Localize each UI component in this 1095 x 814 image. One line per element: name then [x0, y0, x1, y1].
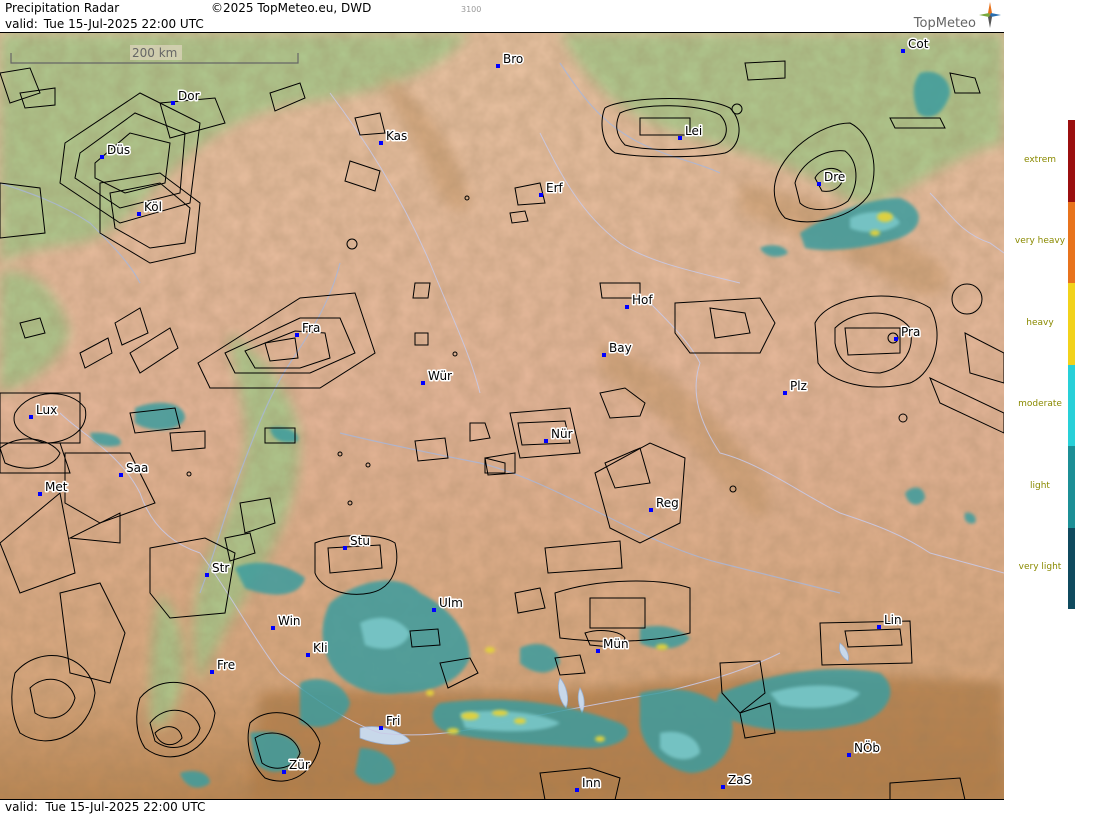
city-dot-icon — [496, 64, 500, 68]
city-dot-icon — [282, 770, 286, 774]
city-dot-icon — [901, 49, 905, 53]
legend-label: very light — [1018, 562, 1062, 573]
city-dot-icon — [894, 337, 898, 341]
city-dot-icon — [38, 492, 42, 496]
city-dot-icon — [171, 101, 175, 105]
city-label: ZaS — [728, 773, 751, 787]
valid-time-top: valid: Tue 15-Jul-2025 22:00 UTC — [5, 17, 204, 31]
city-dot-icon — [432, 608, 436, 612]
legend-label: moderate — [1018, 399, 1062, 410]
city-dot-icon — [575, 788, 579, 792]
city-dot-icon — [544, 439, 548, 443]
city-label: Bay — [609, 341, 632, 355]
city-label: Lux — [36, 403, 57, 417]
city-dot-icon — [539, 193, 543, 197]
image-stamp: 3100 — [461, 5, 482, 14]
city-dot-icon — [205, 573, 209, 577]
city-label: Dor — [178, 89, 200, 103]
city-label: Kli — [313, 641, 328, 655]
city-dot-icon — [295, 333, 299, 337]
city-label: Fra — [302, 321, 320, 335]
city-dot-icon — [379, 726, 383, 730]
city-label: Saa — [126, 461, 148, 475]
precipitation-legend: extrem very heavy heavy moderate light very l… — [1005, 0, 1095, 814]
city-label: Stu — [350, 534, 370, 548]
city-label: Mün — [603, 637, 629, 651]
city-label: Nür — [551, 427, 573, 441]
city-dot-icon — [847, 753, 851, 757]
city-label: Hof — [632, 293, 653, 307]
city-dot-icon — [210, 670, 214, 674]
footer-bar: valid: Tue 15-Jul-2025 22:00 UTC — [0, 799, 1004, 814]
city-dot-icon — [596, 649, 600, 653]
legend-label: very heavy — [1014, 236, 1066, 247]
radar-map: 200 km Mün Bro Cot Dor Kas Lei Düs Erf Dre Köl Hof… — [0, 33, 1004, 800]
city-dot-icon — [817, 182, 821, 186]
city-dot-icon — [343, 546, 347, 550]
city-dot-icon — [678, 136, 682, 140]
city-dot-icon — [625, 305, 629, 309]
city-dot-icon — [721, 785, 725, 789]
valid-label: valid: — [5, 17, 38, 31]
city-label: Erf — [546, 181, 564, 195]
city-label: Lei — [685, 124, 702, 138]
city-dot-icon — [137, 212, 141, 216]
city-dot-icon — [379, 141, 383, 145]
map-title: Precipitation Radar — [5, 1, 120, 15]
city-label: Inn — [582, 776, 601, 790]
city-label: Bro — [503, 52, 523, 66]
city-label: Wür — [428, 369, 452, 383]
city-label: Reg — [656, 496, 679, 510]
city-dot-icon — [119, 473, 123, 477]
compass-star-icon — [979, 2, 1001, 28]
valid-time-bottom-value: Tue 15-Jul-2025 22:00 UTC — [45, 800, 206, 814]
city-dot-icon — [100, 155, 104, 159]
city-label: Kas — [386, 129, 407, 143]
brand-name: TopMeteo — [913, 16, 976, 31]
city-label: Win — [278, 614, 301, 628]
legend-label: light — [1030, 480, 1050, 491]
city-dot-icon — [649, 508, 653, 512]
city-dot-icon — [421, 381, 425, 385]
city-dot-icon — [271, 626, 275, 630]
legend-label: heavy — [1026, 317, 1054, 328]
city-label: Str — [212, 561, 229, 575]
city-label: Pra — [901, 325, 920, 339]
city-dot-icon — [877, 625, 881, 629]
city-label: Fri — [386, 714, 400, 728]
header-bar: Precipitation Radar ©2025 TopMeteo.eu, D… — [0, 0, 1004, 33]
city-label: Dre — [824, 170, 845, 184]
scale-bar-label: 200 km — [132, 46, 177, 60]
city-label: Ulm — [439, 596, 463, 610]
city-dot-icon — [783, 391, 787, 395]
city-label: NÖb — [854, 739, 880, 755]
city-dot-icon — [306, 653, 310, 657]
city-label: Plz — [790, 379, 807, 393]
city-dot-icon — [602, 353, 606, 357]
city-dot-icon — [29, 415, 33, 419]
legend-label: extrem — [1023, 154, 1057, 165]
city-label: Met — [45, 480, 68, 494]
valid-label-bottom: valid: — [5, 800, 38, 814]
city-label: Fre — [217, 658, 235, 672]
city-label: Düs — [107, 143, 130, 157]
city-label: Cot — [908, 37, 929, 51]
city-label: Lin — [884, 613, 902, 627]
city-label: Zür — [289, 758, 310, 772]
copyright-text: ©2025 TopMeteo.eu, DWD — [211, 1, 372, 15]
valid-time-bottom: valid: Tue 15-Jul-2025 22:00 UTC — [5, 800, 205, 814]
city-label: Köl — [144, 200, 162, 214]
valid-time-value: Tue 15-Jul-2025 22:00 UTC — [43, 17, 204, 31]
map-frame: Precipitation Radar ©2025 TopMeteo.eu, D… — [0, 0, 1004, 814]
